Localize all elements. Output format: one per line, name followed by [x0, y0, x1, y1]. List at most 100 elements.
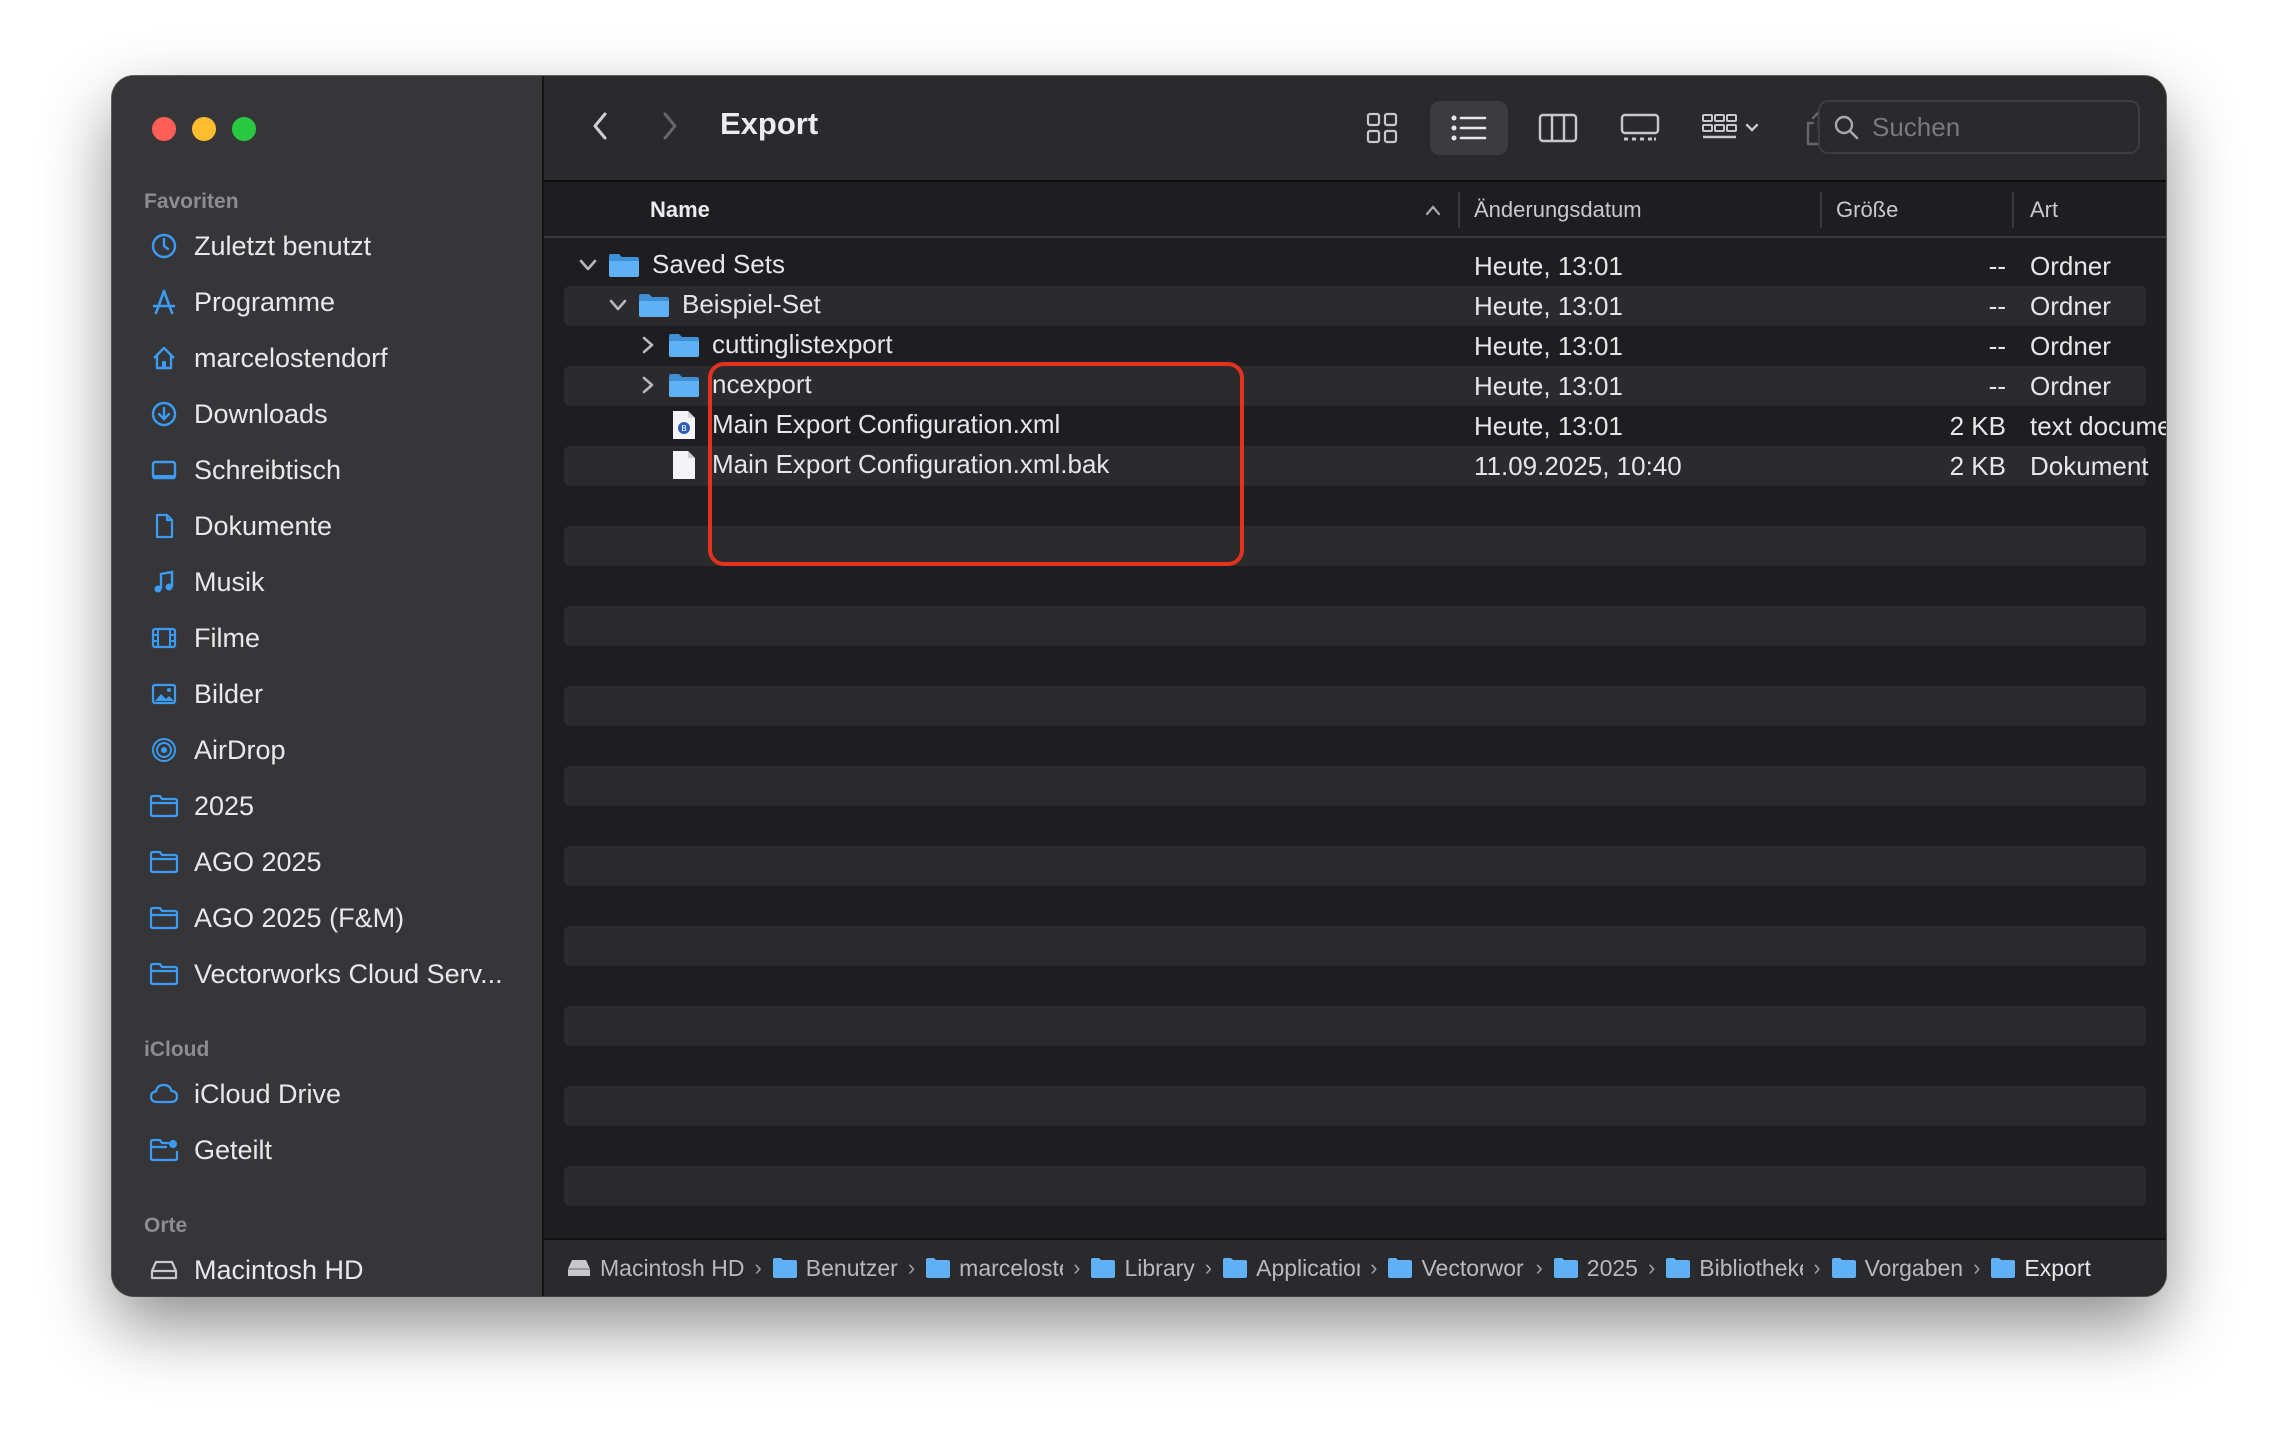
search-field[interactable]	[1818, 100, 2140, 154]
zoom-button[interactable]	[232, 117, 256, 141]
chevron-right-icon: ›	[754, 1255, 762, 1280]
path-item-2025[interactable]: 2025	[1553, 1255, 1638, 1282]
folder-icon	[772, 1258, 797, 1278]
file-row[interactable]: cuttinglistexport Heute, 13:01 -- Ordner	[564, 326, 2146, 366]
sidebar-item-ago-2025-fm[interactable]: AGO 2025 (F&M)	[148, 894, 528, 942]
sidebar-item-vectorworks-cloud[interactable]: Vectorworks Cloud Serv...	[148, 950, 528, 998]
sidebar-item-programme[interactable]: Programme	[148, 278, 528, 326]
sidebar-item-icloud-drive[interactable]: iCloud Drive	[148, 1070, 528, 1118]
sidebar-item-airdrop[interactable]: AirDrop	[148, 726, 528, 774]
columns-icon	[1538, 113, 1578, 143]
kind-cell: Ordner	[2030, 251, 2111, 281]
column-divider[interactable]	[2012, 192, 2014, 228]
date-cell: Heute, 13:01	[1474, 411, 1623, 441]
path-item-library[interactable]: Library	[1090, 1255, 1195, 1282]
empty-row	[564, 566, 2146, 606]
download-icon	[148, 398, 180, 430]
sidebar-item-label: Filme	[194, 622, 260, 653]
disclosure-collapsed-icon[interactable]	[638, 335, 658, 355]
search-icon	[1834, 115, 1859, 140]
chevron-right-icon: ›	[1973, 1255, 1981, 1280]
back-button[interactable]	[580, 106, 620, 146]
file-row[interactable]: B Main Export Configuration.xml Heute, 1…	[564, 406, 2166, 446]
airdrop-icon	[148, 734, 180, 766]
column-divider[interactable]	[1820, 192, 1822, 228]
file-name: Beispiel-Set	[682, 289, 821, 319]
file-row[interactable]: Beispiel-Set Heute, 13:01 -- Ordner	[564, 286, 2146, 326]
column-name-header[interactable]: Name	[650, 197, 710, 223]
cloud-icon	[148, 1078, 180, 1110]
column-size-header[interactable]: Größe	[1836, 197, 1898, 223]
name-cell: ncexport	[638, 369, 812, 400]
folder-icon	[1666, 1258, 1691, 1278]
window-title: Export	[720, 106, 819, 141]
forward-button[interactable]	[650, 106, 690, 146]
sidebar-item-label: AGO 2025 (F&M)	[194, 902, 405, 933]
path-item-vectorworks[interactable]: Vectorworks	[1387, 1255, 1525, 1282]
sidebar-item-macintosh-hd[interactable]: Macintosh HD	[148, 1246, 528, 1294]
folder-icon	[1223, 1258, 1248, 1278]
sidebar-item-ago-2025[interactable]: AGO 2025	[148, 838, 528, 886]
window-controls	[152, 117, 256, 141]
minimize-button[interactable]	[192, 117, 216, 141]
finder-window: Favoriten Zuletzt benutzt Programme marc…	[112, 76, 2166, 1296]
file-name: Main Export Configuration.xml.bak	[712, 449, 1110, 479]
path-item-macintosh-hd[interactable]: Macintosh HD	[566, 1255, 744, 1282]
path-item-application-support[interactable]: Application Support	[1222, 1255, 1360, 1282]
clock-icon	[148, 230, 180, 262]
xml-file-icon: B	[668, 410, 700, 439]
path-item-home[interactable]: marcelostendorf	[925, 1255, 1063, 1282]
list-view-button[interactable]	[1430, 101, 1508, 155]
path-item-bibliotheken[interactable]: Bibliotheken	[1665, 1255, 1803, 1282]
sidebar-section-favoriten: Favoriten	[144, 190, 239, 213]
disclosure-collapsed-icon[interactable]	[638, 375, 658, 395]
file-row[interactable]: Main Export Configuration.xml.bak 11.09.…	[564, 446, 2149, 486]
folder-icon	[148, 902, 180, 934]
empty-row	[564, 1006, 2146, 1046]
path-item-export[interactable]: Export	[1990, 1255, 2091, 1282]
empty-row	[564, 1126, 2146, 1166]
sidebar-item-bilder[interactable]: Bilder	[148, 670, 528, 718]
sidebar-item-2025[interactable]: 2025	[148, 782, 528, 830]
file-row[interactable]: Saved Sets Heute, 13:01 -- Ordner	[564, 246, 2146, 286]
folder-icon	[1991, 1258, 2016, 1278]
sidebar-item-zuletzt-benutzt[interactable]: Zuletzt benutzt	[148, 222, 528, 270]
shared-folder-icon	[148, 1134, 180, 1166]
empty-row	[564, 806, 2146, 846]
icon-view-button[interactable]	[1352, 101, 1412, 155]
close-button[interactable]	[152, 117, 176, 141]
sidebar-item-home[interactable]: marcelostendorf	[148, 334, 528, 382]
column-divider[interactable]	[1458, 192, 1460, 228]
search-input[interactable]	[1870, 110, 2124, 144]
disclosure-expanded-icon[interactable]	[578, 255, 598, 275]
sidebar-item-downloads[interactable]: Downloads	[148, 390, 528, 438]
empty-row	[564, 686, 2146, 726]
gallery-view-button[interactable]	[1608, 101, 1672, 155]
sidebar-item-label: Macintosh HD	[194, 1254, 364, 1285]
column-kind-header[interactable]: Art	[2030, 197, 2058, 223]
path-item-benutzer[interactable]: Benutzer	[772, 1255, 898, 1282]
name-cell: cuttinglistexport	[638, 329, 893, 360]
sidebar-item-schreibtisch[interactable]: Schreibtisch	[148, 446, 528, 494]
name-cell: Main Export Configuration.xml.bak	[668, 449, 1109, 480]
music-icon	[148, 566, 180, 598]
sort-ascending-icon	[1425, 205, 1441, 216]
path-bar: Macintosh HD › Benutzer › marcelostendor…	[544, 1238, 2166, 1296]
name-cell: Beispiel-Set	[608, 289, 821, 320]
sidebar: Favoriten Zuletzt benutzt Programme marc…	[112, 76, 544, 1296]
date-cell: Heute, 13:01	[1474, 331, 1623, 361]
sidebar-item-geteilt[interactable]: Geteilt	[148, 1126, 528, 1174]
path-item-vorgaben[interactable]: Vorgaben	[1831, 1255, 1963, 1282]
column-view-button[interactable]	[1526, 101, 1590, 155]
sidebar-item-label: Musik	[194, 566, 265, 597]
folder-icon	[148, 958, 180, 990]
sidebar-item-musik[interactable]: Musik	[148, 558, 528, 606]
sidebar-item-filme[interactable]: Filme	[148, 614, 528, 662]
file-row[interactable]: ncexport Heute, 13:01 -- Ordner	[564, 366, 2146, 406]
empty-row	[564, 726, 2146, 766]
disclosure-expanded-icon[interactable]	[608, 295, 628, 315]
group-by-button[interactable]	[1692, 101, 1772, 155]
sidebar-item-dokumente[interactable]: Dokumente	[148, 502, 528, 550]
file-list: Saved Sets Heute, 13:01 -- Ordner Beispi…	[564, 246, 2166, 1296]
column-date-header[interactable]: Änderungsdatum	[1474, 197, 1642, 223]
